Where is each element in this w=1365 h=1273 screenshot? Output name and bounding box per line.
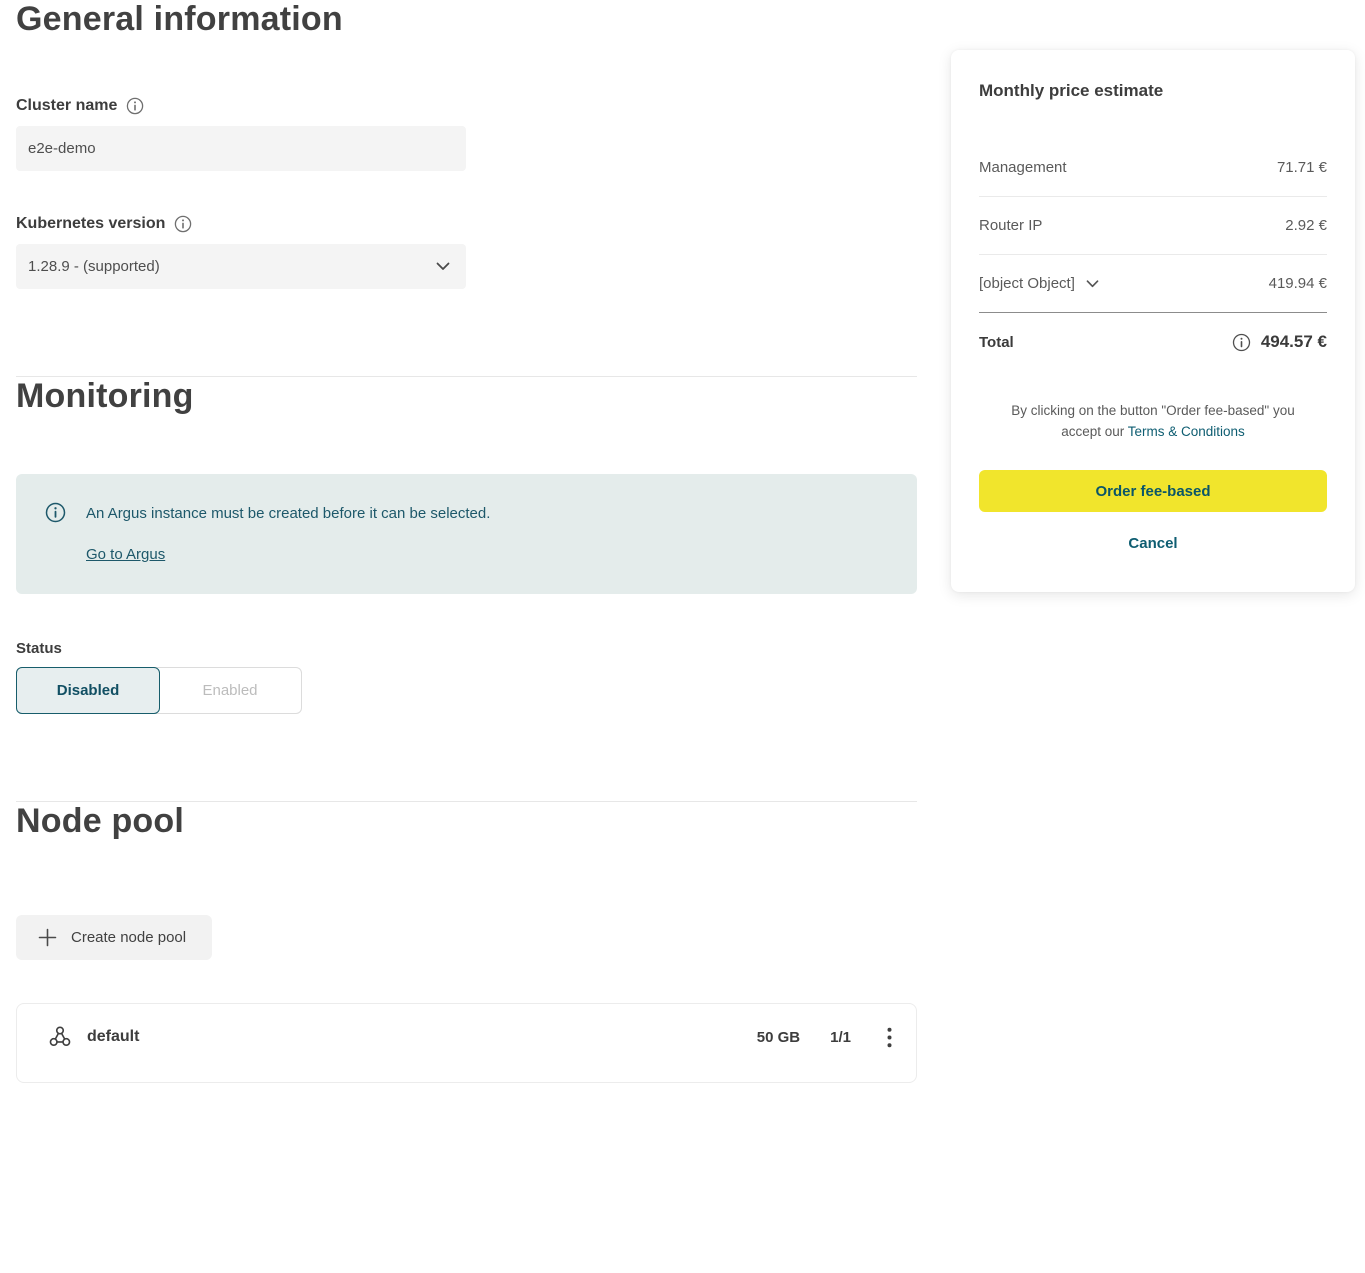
- node-pool-title: Node pool: [16, 802, 917, 841]
- banner-message: An Argus instance must be created before…: [86, 504, 490, 524]
- chevron-down-icon[interactable]: [1086, 280, 1099, 288]
- status-label: Status: [16, 640, 917, 657]
- chevron-down-icon: [436, 262, 450, 271]
- node-pool-menu-button[interactable]: [881, 1023, 898, 1052]
- monthly-price-estimate-card: Monthly price estimate Management 71.71 …: [951, 50, 1355, 592]
- status-option-enabled[interactable]: Enabled: [159, 668, 301, 713]
- total-value: 494.57 €: [1261, 332, 1327, 352]
- monitoring-title: Monitoring: [16, 377, 917, 416]
- create-node-pool-button[interactable]: Create node pool: [16, 915, 212, 960]
- node-pool-size: 50 GB: [757, 1029, 800, 1046]
- general-information-title: General information: [16, 0, 917, 39]
- price-row-router-ip: Router IP 2.92 €: [979, 197, 1327, 255]
- total-label: Total: [979, 334, 1014, 351]
- kubernetes-version-label: Kubernetes version: [16, 215, 917, 233]
- terms-text: By clicking on the button "Order fee-bas…: [1003, 400, 1303, 442]
- price-row-node-pool[interactable]: [object Object] 419.94 €: [979, 255, 1327, 313]
- kubernetes-version-info-icon[interactable]: [174, 215, 192, 233]
- price-row-value: 71.71 €: [1277, 159, 1327, 176]
- price-row-value: 419.94 €: [1269, 275, 1327, 292]
- cluster-icon: [47, 1024, 73, 1050]
- total-info-icon[interactable]: [1232, 333, 1251, 352]
- order-fee-based-button[interactable]: Order fee-based: [979, 470, 1327, 512]
- argus-info-banner: An Argus instance must be created before…: [16, 474, 917, 594]
- plus-icon: [38, 928, 57, 947]
- price-row-management: Management 71.71 €: [979, 139, 1327, 197]
- cluster-name-info-icon[interactable]: [126, 97, 144, 115]
- kebab-icon: [887, 1027, 892, 1048]
- status-option-disabled[interactable]: Disabled: [16, 667, 160, 714]
- banner-info-icon: [45, 502, 66, 523]
- kubernetes-version-select[interactable]: 1.28.9 - (supported): [16, 244, 466, 289]
- price-card-title: Monthly price estimate: [979, 81, 1327, 101]
- price-rows: Management 71.71 € Router IP 2.92 € [obj…: [979, 139, 1327, 368]
- price-total-row: Total 494.57 €: [979, 313, 1327, 368]
- node-pool-row[interactable]: default 50 GB 1/1: [16, 1003, 917, 1083]
- create-node-pool-label: Create node pool: [71, 929, 186, 946]
- node-pool-name: default: [87, 1028, 139, 1046]
- cluster-name-input[interactable]: e2e-demo: [16, 126, 466, 171]
- status-toggle-group: Disabled Enabled: [16, 667, 302, 714]
- cancel-button[interactable]: Cancel: [1122, 534, 1183, 553]
- cluster-name-label: Cluster name: [16, 97, 917, 115]
- price-row-value: 2.92 €: [1285, 217, 1327, 234]
- terms-and-conditions-link[interactable]: Terms & Conditions: [1128, 424, 1245, 439]
- cluster-create-form: General information Cluster name e2e-dem…: [16, 0, 917, 1083]
- node-pool-count: 1/1: [830, 1029, 851, 1046]
- go-to-argus-link[interactable]: Go to Argus: [86, 546, 165, 563]
